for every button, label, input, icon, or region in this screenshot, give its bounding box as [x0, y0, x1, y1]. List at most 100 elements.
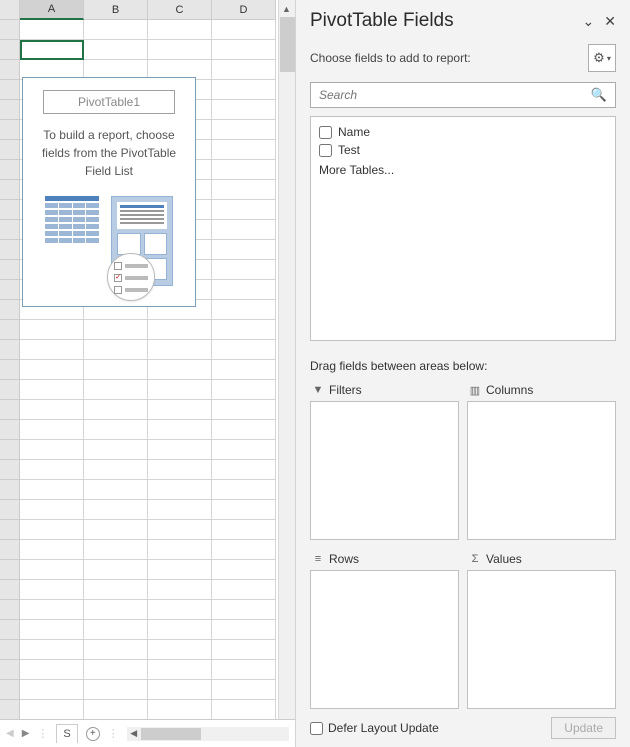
- row-header[interactable]: [0, 600, 20, 620]
- close-pane-icon[interactable]: ✕: [604, 13, 616, 30]
- cell[interactable]: [84, 700, 148, 719]
- cell[interactable]: [212, 80, 276, 100]
- cell[interactable]: [84, 440, 148, 460]
- row-header[interactable]: [0, 560, 20, 580]
- row-header[interactable]: [0, 160, 20, 180]
- row-header[interactable]: [0, 460, 20, 480]
- cell[interactable]: [148, 680, 212, 700]
- row-header[interactable]: [0, 420, 20, 440]
- row-header[interactable]: [0, 60, 20, 80]
- row-header[interactable]: [0, 240, 20, 260]
- cell[interactable]: [212, 400, 276, 420]
- more-tables-link[interactable]: More Tables...: [319, 159, 607, 181]
- cell[interactable]: [20, 380, 84, 400]
- cell[interactable]: [84, 560, 148, 580]
- cell[interactable]: [20, 640, 84, 660]
- cell[interactable]: [84, 480, 148, 500]
- row-header[interactable]: [0, 700, 20, 719]
- cell[interactable]: [20, 420, 84, 440]
- cell[interactable]: [84, 460, 148, 480]
- cell[interactable]: [212, 640, 276, 660]
- collapse-pane-icon[interactable]: ⌄: [583, 13, 595, 30]
- defer-layout-checkbox[interactable]: [310, 722, 323, 735]
- cell[interactable]: [148, 360, 212, 380]
- cell[interactable]: [212, 340, 276, 360]
- cell[interactable]: [148, 640, 212, 660]
- cell[interactable]: [84, 680, 148, 700]
- row-header[interactable]: [0, 640, 20, 660]
- cell[interactable]: [212, 180, 276, 200]
- col-header-a[interactable]: A: [20, 0, 84, 20]
- row-header[interactable]: [0, 200, 20, 220]
- row-header[interactable]: [0, 320, 20, 340]
- cell[interactable]: [20, 400, 84, 420]
- row-header[interactable]: [0, 80, 20, 100]
- cell[interactable]: [20, 480, 84, 500]
- field-search-box[interactable]: 🔍: [310, 82, 616, 108]
- row-header[interactable]: [0, 220, 20, 240]
- cell[interactable]: [84, 20, 148, 40]
- cell[interactable]: [84, 640, 148, 660]
- sheet-tab[interactable]: S: [56, 724, 77, 743]
- cell[interactable]: [84, 520, 148, 540]
- cell[interactable]: [20, 700, 84, 719]
- col-header-b[interactable]: B: [84, 0, 148, 20]
- cell[interactable]: [20, 520, 84, 540]
- scroll-left-icon[interactable]: ◀: [127, 728, 141, 739]
- cell[interactable]: [148, 600, 212, 620]
- select-all-corner[interactable]: [0, 0, 20, 20]
- cell[interactable]: [20, 560, 84, 580]
- cell[interactable]: [148, 700, 212, 719]
- cell[interactable]: [212, 580, 276, 600]
- row-header[interactable]: [0, 360, 20, 380]
- row-header[interactable]: [0, 440, 20, 460]
- cell[interactable]: [212, 160, 276, 180]
- add-sheet-button[interactable]: +: [86, 727, 100, 741]
- row-header[interactable]: [0, 120, 20, 140]
- pivot-placeholder[interactable]: PivotTable1 To build a report, choose fi…: [22, 77, 196, 307]
- row-header[interactable]: [0, 400, 20, 420]
- cell[interactable]: [20, 20, 84, 40]
- cell[interactable]: [212, 540, 276, 560]
- cell[interactable]: [212, 660, 276, 680]
- scroll-up-icon[interactable]: ▲: [279, 0, 294, 17]
- scrollbar-thumb[interactable]: [141, 728, 201, 740]
- cell[interactable]: [148, 460, 212, 480]
- cell[interactable]: [212, 440, 276, 460]
- cell[interactable]: [84, 380, 148, 400]
- cell[interactable]: [212, 280, 276, 300]
- col-header-c[interactable]: C: [148, 0, 212, 20]
- search-icon[interactable]: 🔍: [591, 87, 607, 103]
- cell[interactable]: [20, 360, 84, 380]
- cell[interactable]: [84, 600, 148, 620]
- row-header[interactable]: [0, 100, 20, 120]
- cell[interactable]: [20, 680, 84, 700]
- cell[interactable]: [212, 480, 276, 500]
- filters-dropzone[interactable]: [310, 401, 459, 540]
- cell[interactable]: [212, 200, 276, 220]
- cell[interactable]: [212, 20, 276, 40]
- field-item[interactable]: Test: [319, 141, 607, 159]
- row-header[interactable]: [0, 340, 20, 360]
- scrollbar-thumb[interactable]: [280, 17, 295, 72]
- cell[interactable]: [84, 540, 148, 560]
- cell[interactable]: [20, 500, 84, 520]
- cell[interactable]: [20, 440, 84, 460]
- cell[interactable]: [212, 620, 276, 640]
- cell[interactable]: [148, 40, 212, 60]
- pane-settings-button[interactable]: ⚙: [588, 44, 616, 72]
- cell[interactable]: [148, 620, 212, 640]
- row-header[interactable]: [0, 620, 20, 640]
- cell[interactable]: [148, 660, 212, 680]
- cell[interactable]: [148, 440, 212, 460]
- update-button[interactable]: Update: [551, 717, 616, 739]
- cell[interactable]: [20, 660, 84, 680]
- cell[interactable]: [20, 320, 84, 340]
- cell[interactable]: [20, 460, 84, 480]
- cell[interactable]: [148, 520, 212, 540]
- row-header[interactable]: [0, 180, 20, 200]
- cell[interactable]: [148, 380, 212, 400]
- cell[interactable]: [20, 620, 84, 640]
- cell[interactable]: [212, 300, 276, 320]
- cell[interactable]: [212, 560, 276, 580]
